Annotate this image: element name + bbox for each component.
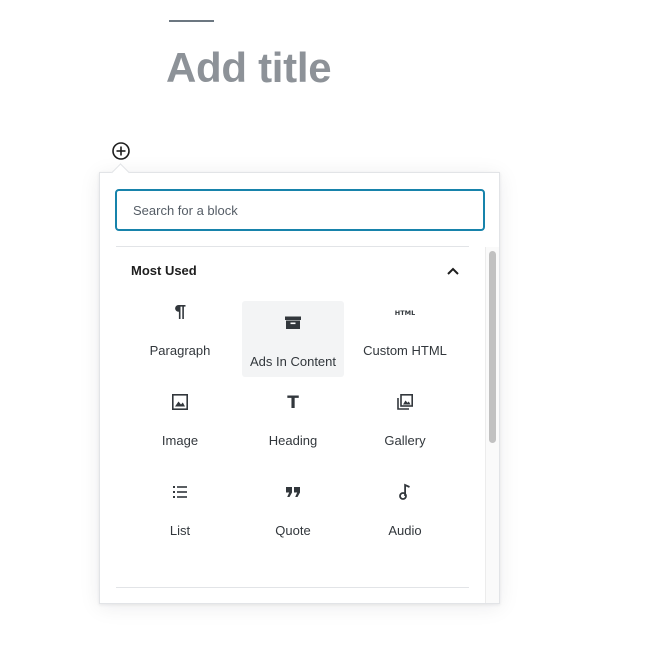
svg-text:HTML: HTML bbox=[395, 309, 415, 317]
gallery-icon bbox=[397, 393, 413, 410]
block-search-input[interactable] bbox=[115, 189, 485, 231]
block-label: Heading bbox=[268, 433, 318, 448]
block-label: Gallery bbox=[384, 433, 426, 448]
block-label: Quote bbox=[275, 523, 311, 538]
editor-canvas: Add title Most Used Paragraph bbox=[0, 0, 655, 670]
block-item-list[interactable]: List bbox=[129, 470, 231, 546]
block-label: Image bbox=[161, 433, 199, 448]
quote-icon bbox=[286, 487, 300, 497]
block-label: List bbox=[169, 523, 191, 538]
paragraph-icon bbox=[175, 305, 186, 319]
list-icon bbox=[173, 486, 187, 498]
audio-icon bbox=[399, 483, 410, 500]
panel-title: Most Used bbox=[131, 263, 197, 278]
block-label: Custom HTML bbox=[363, 343, 447, 358]
block-inserter-toggle[interactable] bbox=[111, 141, 131, 161]
archive-icon bbox=[285, 316, 301, 329]
block-item-image[interactable]: Image bbox=[129, 380, 231, 456]
block-inserter-popover: Most Used Paragraph Ads In Content HTML bbox=[99, 172, 500, 604]
title-rule bbox=[169, 20, 214, 22]
chevron-up-icon bbox=[447, 267, 459, 275]
block-item-paragraph[interactable]: Paragraph bbox=[129, 290, 231, 366]
svg-text:T: T bbox=[287, 393, 299, 412]
block-item-audio[interactable]: Audio bbox=[354, 470, 456, 546]
post-title[interactable]: Add title bbox=[166, 40, 332, 96]
most-used-panel-header[interactable]: Most Used bbox=[131, 261, 461, 283]
html-icon: HTML bbox=[395, 309, 415, 317]
block-label: Paragraph bbox=[149, 343, 211, 358]
scrollbar-thumb[interactable] bbox=[489, 251, 496, 443]
heading-icon: T bbox=[287, 393, 299, 412]
block-label: Ads In Content bbox=[250, 354, 336, 369]
block-item-heading[interactable]: T Heading bbox=[242, 380, 344, 456]
image-icon bbox=[171, 393, 188, 410]
block-item-ads-in-content[interactable]: Ads In Content bbox=[242, 301, 344, 377]
block-item-quote[interactable]: Quote bbox=[242, 470, 344, 546]
block-label: Audio bbox=[388, 523, 422, 538]
inserter-scrollbar[interactable] bbox=[485, 247, 499, 603]
block-item-gallery[interactable]: Gallery bbox=[354, 380, 456, 456]
panel-divider bbox=[116, 587, 469, 588]
search-divider bbox=[116, 246, 469, 247]
block-item-custom-html[interactable]: HTML Custom HTML bbox=[354, 290, 456, 366]
plus-circle-icon bbox=[112, 142, 130, 160]
